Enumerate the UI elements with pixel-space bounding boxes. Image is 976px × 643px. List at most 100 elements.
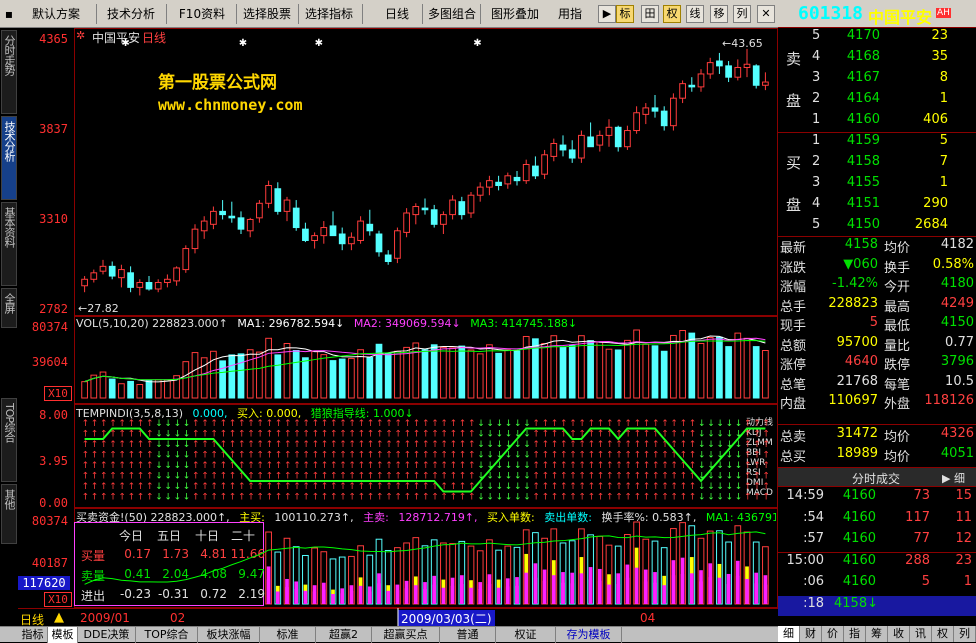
- stat-row[interactable]: 总笔 21768 每笔 10.5: [778, 374, 976, 394]
- indicator-arrow: ↑: [542, 482, 550, 492]
- indicator-arrow: ↓: [726, 419, 734, 429]
- detail-toggle-icon[interactable]: ▶ 细: [942, 470, 965, 486]
- stat-label: 内盘: [780, 397, 807, 412]
- indicator-arrow: ↓: [477, 451, 485, 461]
- sell-level-row[interactable]: 3 4167 8: [778, 70, 976, 90]
- stat-row[interactable]: 涨跌 ▼060 换手 0.58%: [778, 257, 976, 277]
- tick-row[interactable]: 14:59 4160 73 15: [778, 488, 976, 508]
- indicator-arrow: ↑: [422, 493, 430, 503]
- tab-standard[interactable]: 标准: [260, 627, 316, 643]
- volume-bar: [541, 342, 548, 399]
- volume-bar: [430, 344, 438, 399]
- sell-level-row[interactable]: 5 4170 23: [778, 28, 976, 48]
- indicator-arrow: ↓: [716, 430, 724, 440]
- fund-sell-bar: [625, 577, 630, 604]
- volume-bar: [118, 383, 125, 399]
- right-tab[interactable]: 财: [800, 626, 822, 642]
- candle-body: [81, 278, 88, 287]
- stat-row[interactable]: 总手 228823 最高 4249: [778, 296, 976, 316]
- fund-sell-bar: [395, 590, 400, 604]
- right-tab[interactable]: 讯: [910, 626, 932, 642]
- indicator-arrow: ↑: [109, 472, 117, 482]
- right-tab[interactable]: 列: [954, 626, 976, 642]
- indicator-arrow: ↓: [716, 482, 724, 492]
- indicator-arrow: ↓: [698, 482, 706, 492]
- right-tab[interactable]: 价: [822, 626, 844, 642]
- buy-volume: 290: [923, 196, 948, 211]
- tick-row[interactable]: :06 4160 5 1: [778, 574, 976, 594]
- indicator-arrow: ↑: [459, 461, 467, 471]
- stat-row[interactable]: 内盘 110697 外盘 118126: [778, 393, 976, 413]
- candle-body: [384, 254, 392, 262]
- tab-save-template[interactable]: 存为模板: [556, 627, 622, 643]
- indicator-arrow: ↑: [597, 430, 605, 440]
- stat-row[interactable]: 涨停 4640 跌停 3796: [778, 354, 976, 374]
- right-tab[interactable]: 指: [844, 626, 866, 642]
- stat-row[interactable]: 最新 4158 均价 4182: [778, 237, 976, 257]
- indicator-arrow: ↑: [413, 482, 421, 492]
- volume-bar: [108, 378, 116, 399]
- right-tab[interactable]: 筹: [866, 626, 888, 642]
- right-tab[interactable]: 收: [888, 626, 910, 642]
- indicator-arrow: ↓: [496, 419, 504, 429]
- right-tab[interactable]: 细: [778, 626, 800, 642]
- indicator-arrow: ↑: [256, 461, 264, 471]
- buy-level-row[interactable]: 2 4158 7: [778, 154, 976, 174]
- indicator-arrow: ↓: [726, 472, 734, 482]
- tick-row[interactable]: 15:00 4160 288 23: [778, 553, 976, 573]
- right-tab[interactable]: 权: [932, 626, 954, 642]
- stat-row[interactable]: 现手 5 最低 4150: [778, 315, 976, 335]
- sell-volume: 35: [931, 49, 948, 64]
- indicator-arrow: ↑: [578, 461, 586, 471]
- buy-level-row[interactable]: 1 4159 5: [778, 133, 976, 153]
- sell-level-row[interactable]: 2 4164 1: [778, 91, 976, 111]
- sell-level-row[interactable]: 1 4160 406: [778, 112, 976, 132]
- indicator-arrow: ↑: [606, 440, 614, 450]
- ticks-title-bar[interactable]: 分时成交 ▶ 细: [778, 467, 976, 487]
- candle-body: [200, 220, 208, 232]
- tab-normal[interactable]: 普通: [440, 627, 496, 643]
- candle-body: [375, 233, 383, 253]
- indicator-arrow: ↑: [312, 482, 320, 492]
- tab-chaoying2[interactable]: 超赢2: [316, 627, 372, 643]
- stat-row[interactable]: 总额 95700 量比 0.77: [778, 335, 976, 355]
- tick-row[interactable]: :54 4160 117 11: [778, 510, 976, 530]
- stat-value: -1.42%: [832, 276, 878, 291]
- indicator-arrow: ↑: [569, 461, 577, 471]
- indicator-arrow: ↑: [238, 482, 246, 492]
- tab-sector[interactable]: 板块涨幅: [198, 627, 260, 643]
- buy-level-row[interactable]: 3 4155 1: [778, 175, 976, 195]
- indicator-arrow: ↑: [220, 419, 228, 429]
- indicator-arrow: ↑: [210, 472, 218, 482]
- total-row[interactable]: 总卖 31472 均价 4326: [778, 426, 976, 446]
- candle-body: [90, 272, 98, 280]
- indicator-arrow: ↑: [312, 440, 320, 450]
- indicator-arrow: ↑: [431, 461, 439, 471]
- sell-level-row[interactable]: 4 4168 35: [778, 49, 976, 69]
- indicator-arrow: ↑: [348, 440, 356, 450]
- tab-warrant[interactable]: 权证: [496, 627, 556, 643]
- tab-indicator[interactable]: 指标: [18, 627, 48, 643]
- indicator-arrow: ↑: [652, 493, 660, 503]
- indicator-arrow: ↑: [588, 482, 596, 492]
- tick-row[interactable]: :18 4158↓: [778, 595, 976, 616]
- indicator-arrow: ↓: [174, 493, 182, 503]
- indicator-arrow: ↑: [431, 451, 439, 461]
- stat-row[interactable]: 涨幅 -1.42% 今开 4180: [778, 276, 976, 296]
- indicator-arrow: ↑: [118, 461, 126, 471]
- tick-time: :18: [803, 595, 824, 611]
- indicator-arrow: ↑: [192, 461, 200, 471]
- indicator-arrow: ↓: [174, 482, 182, 492]
- tab-top-combo[interactable]: TOP综合: [136, 627, 198, 643]
- tab-template[interactable]: 模板: [48, 627, 78, 643]
- volume-bar: [375, 343, 383, 399]
- tab-buy-point[interactable]: 超赢买点: [372, 627, 440, 643]
- tab-dde[interactable]: DDE决策: [78, 627, 136, 643]
- fund-sell-bar: [680, 573, 685, 604]
- stat-label: 总手: [780, 299, 807, 315]
- buy-level-row[interactable]: 4 4151 290: [778, 196, 976, 216]
- indicator-arrow: ↑: [670, 493, 678, 503]
- tick-row[interactable]: :57 4160 77 12: [778, 531, 976, 551]
- buy-level-row[interactable]: 5 4150 2684: [778, 217, 976, 237]
- total-row[interactable]: 总买 18989 均价 4051: [778, 446, 976, 466]
